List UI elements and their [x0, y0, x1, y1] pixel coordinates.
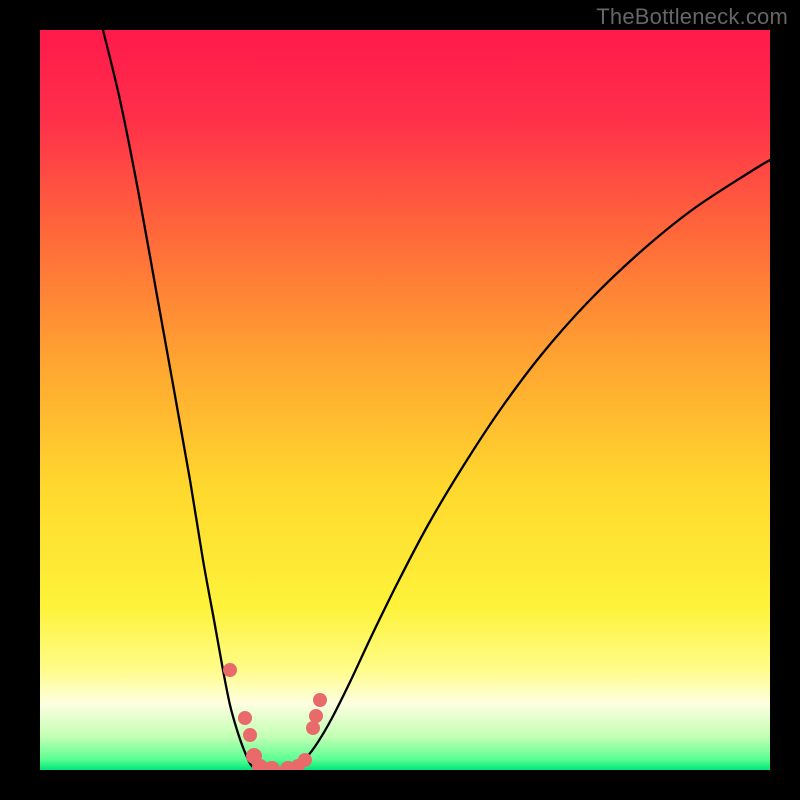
bottleneck-chart — [40, 30, 770, 770]
curve-marker — [309, 709, 323, 723]
curve-marker — [223, 663, 237, 677]
curve-marker — [313, 693, 327, 707]
curve-marker — [306, 721, 320, 735]
gradient-background — [40, 30, 770, 770]
plot-area — [40, 30, 770, 770]
curve-marker — [238, 711, 252, 725]
chart-frame: TheBottleneck.com — [0, 0, 800, 800]
curve-marker — [243, 728, 257, 742]
curve-marker — [298, 753, 312, 767]
watermark-text: TheBottleneck.com — [596, 4, 788, 30]
